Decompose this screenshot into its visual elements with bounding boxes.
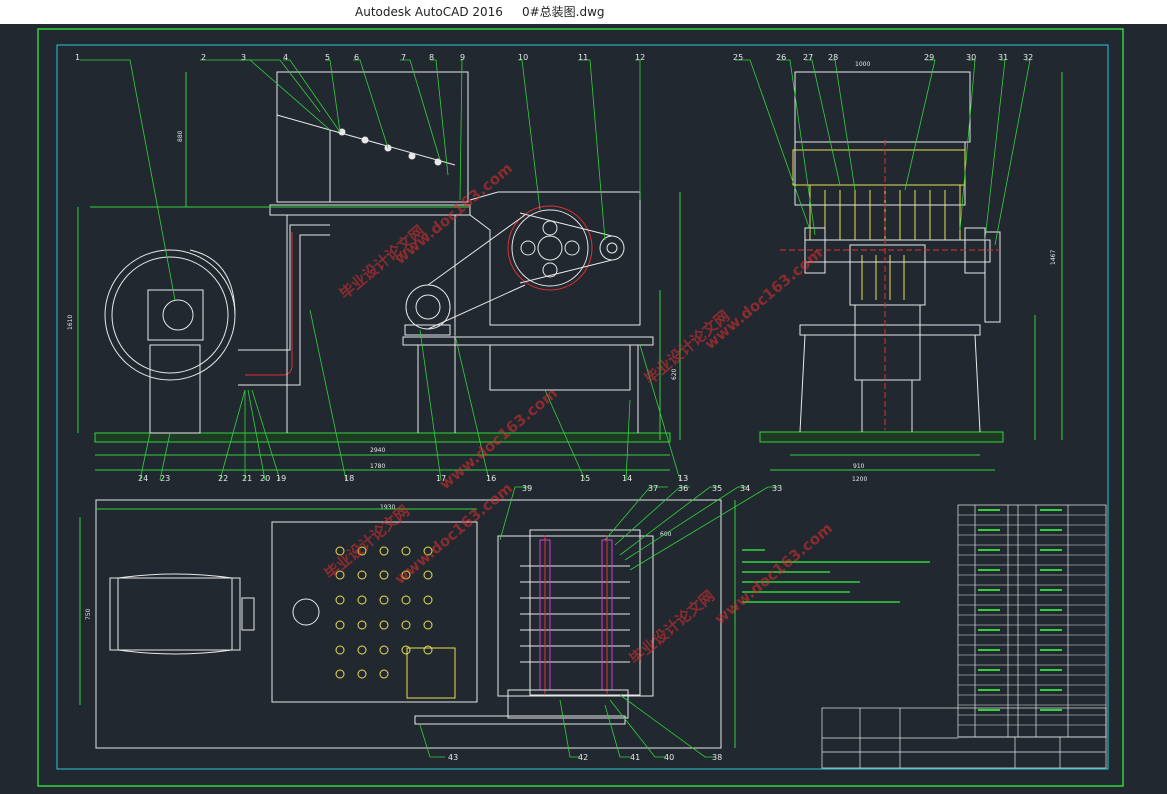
parts-list-rows xyxy=(958,514,1106,726)
balloon-label: 19 xyxy=(276,474,286,483)
svg-text:毕业设计论文网: 毕业设计论文网 xyxy=(336,222,428,303)
balloon-label: 38 xyxy=(712,753,722,762)
balloon-label: 14 xyxy=(622,474,632,483)
balloon-label: 16 xyxy=(486,474,496,483)
balloon-label: 40 xyxy=(664,753,674,762)
window-title: Autodesk AutoCAD 2016 0#总装图.dwg xyxy=(355,5,605,19)
balloon-label: 6 xyxy=(354,53,359,62)
balloon-label: 8 xyxy=(429,53,434,62)
balloon-label: 39 xyxy=(522,484,532,493)
svg-text:1610: 1610 xyxy=(67,315,74,330)
balloon-label: 9 xyxy=(460,53,465,62)
balloon-label: 27 xyxy=(803,53,813,62)
balloon-label: 21 xyxy=(242,474,252,483)
svg-text:750: 750 xyxy=(85,608,92,620)
watermarks: www.doc163.com 毕业设计论文网 www.doc163.com 毕业… xyxy=(321,159,836,668)
balloon-label: 34 xyxy=(740,484,750,493)
balloon-label: 32 xyxy=(1023,53,1033,62)
balloon-label: 42 xyxy=(578,753,588,762)
parts-list-table xyxy=(957,504,1107,738)
svg-text:910: 910 xyxy=(853,463,865,470)
balloon-label: 25 xyxy=(733,53,743,62)
balloon-label: 37 xyxy=(648,484,658,493)
svg-text:2940: 2940 xyxy=(370,447,385,454)
svg-text:1780: 1780 xyxy=(370,463,385,470)
title-block xyxy=(821,707,1107,769)
balloon-label: 41 xyxy=(630,753,640,762)
sheet-outer-border xyxy=(37,28,1124,787)
balloon-label: 13 xyxy=(678,474,688,483)
balloon-label: 2 xyxy=(201,53,206,62)
balloon-label: 22 xyxy=(218,474,228,483)
svg-text:1467: 1467 xyxy=(1050,250,1057,265)
balloon-label: 24 xyxy=(138,474,148,483)
svg-text:www.doc163.com: www.doc163.com xyxy=(701,244,826,353)
balloon-label: 7 xyxy=(401,53,406,62)
side-view-leaders xyxy=(735,59,1031,246)
sheet-inner-border xyxy=(56,44,1109,770)
svg-text:www.doc163.com: www.doc163.com xyxy=(391,159,516,268)
balloon-label: 30 xyxy=(966,53,976,62)
top-view xyxy=(79,499,736,749)
balloon-label: 15 xyxy=(580,474,590,483)
balloon-label: 33 xyxy=(772,484,782,493)
svg-text:1000: 1000 xyxy=(855,61,870,68)
balloon-label: 1 xyxy=(75,53,80,62)
drawing-canvas[interactable]: 1 2 3 4 5 6 7 8 9 10 11 12 24 23 22 21 2… xyxy=(0,24,1167,790)
balloon-label: 31 xyxy=(998,53,1008,62)
balloon-label: 26 xyxy=(776,53,786,62)
balloon-label: 10 xyxy=(518,53,528,62)
window-title-bar: Autodesk AutoCAD 2016 0#总装图.dwg xyxy=(0,0,1167,24)
balloon-label: 18 xyxy=(344,474,354,483)
balloon-label: 29 xyxy=(924,53,934,62)
balloon-label: 12 xyxy=(635,53,645,62)
parts-list-green-text xyxy=(978,509,1062,711)
svg-text:600: 600 xyxy=(660,531,672,538)
balloon-label: 3 xyxy=(241,53,246,62)
balloon-label: 35 xyxy=(712,484,722,493)
balloon-label: 23 xyxy=(160,474,170,483)
balloon-label: 43 xyxy=(448,753,458,762)
balloon-label: 5 xyxy=(325,53,330,62)
side-balloon-labels: 25 26 27 28 29 30 31 32 xyxy=(733,53,1033,62)
svg-text:www.doc163.com: www.doc163.com xyxy=(391,479,516,588)
svg-text:1200: 1200 xyxy=(852,476,867,483)
balloon-label: 11 xyxy=(578,53,588,62)
balloon-label: 36 xyxy=(678,484,688,493)
balloon-label: 28 xyxy=(828,53,838,62)
balloon-label: 20 xyxy=(260,474,270,483)
svg-text:www.doc163.com: www.doc163.com xyxy=(711,519,836,628)
balloon-label: 4 xyxy=(283,53,288,62)
svg-text:880: 880 xyxy=(177,130,184,142)
